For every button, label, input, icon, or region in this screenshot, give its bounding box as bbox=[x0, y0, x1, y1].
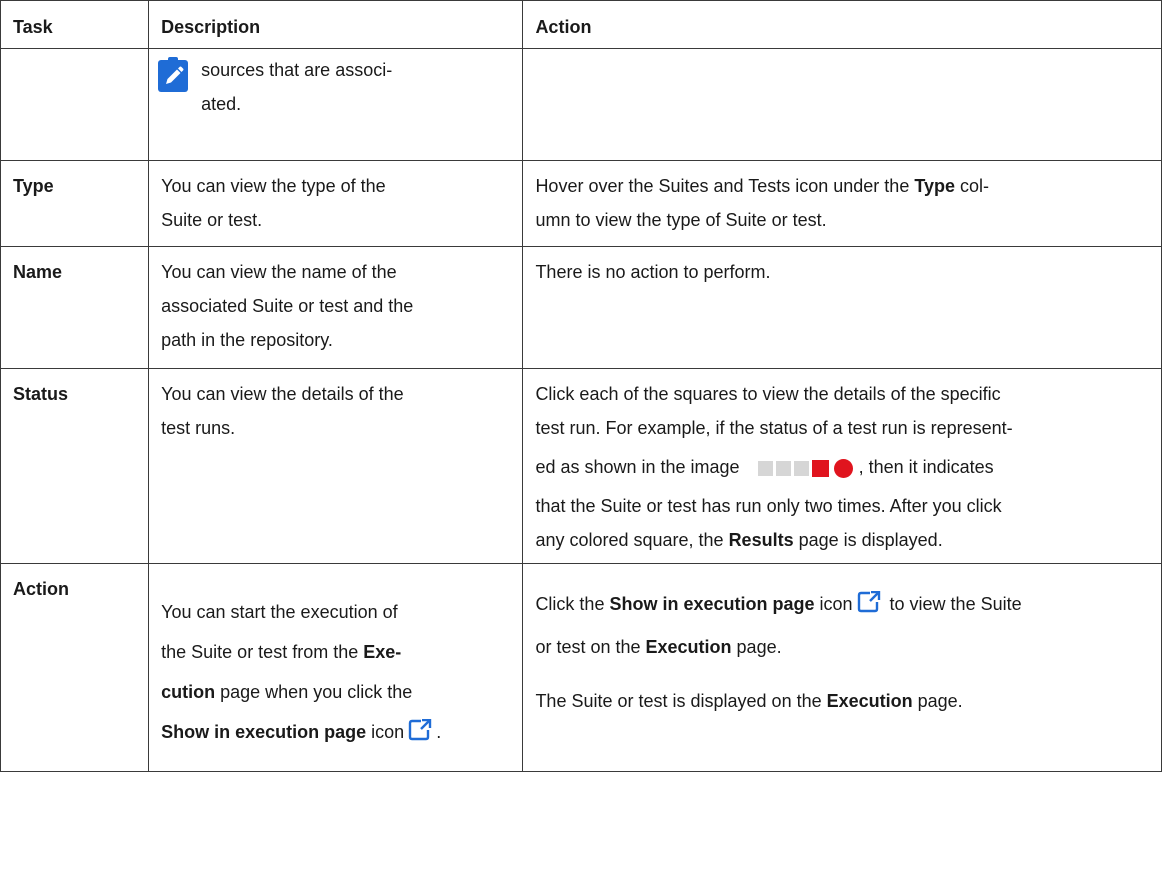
status-square-gray bbox=[757, 460, 773, 476]
type-desc-line-1: You can view the type of the bbox=[161, 176, 386, 196]
note-line-1: sources that are associ- bbox=[201, 60, 393, 80]
name-desc-line-3: path in the repository. bbox=[161, 330, 333, 350]
row-name: Name You can view the name of the associ… bbox=[0, 246, 1162, 369]
status-desc-line-1: You can view the details of the bbox=[161, 384, 404, 404]
action-action-para-1-line-2: or test on the Execution page. bbox=[535, 637, 782, 657]
type-task-label: Type bbox=[13, 176, 54, 196]
name-desc-line-1: You can view the name of the bbox=[161, 262, 397, 282]
type-description-cell: You can view the type of the Suite or te… bbox=[148, 160, 524, 247]
action-task-cell: Action bbox=[0, 563, 150, 772]
action-description-cell: You can start the execution of the Suite… bbox=[148, 563, 524, 772]
type-task-cell: Type bbox=[0, 160, 150, 247]
status-action-line-3: ed as shown in the image, then it indica… bbox=[535, 457, 994, 478]
action-desc-line-1: You can start the execution of bbox=[161, 602, 398, 622]
row-status: Status You can view the details of the t… bbox=[0, 368, 1162, 564]
status-task-cell: Status bbox=[0, 368, 150, 564]
status-dot-red bbox=[833, 458, 853, 478]
status-action-cell: Click each of the squares to view the de… bbox=[522, 368, 1162, 564]
note-action-cell bbox=[522, 48, 1162, 161]
header-row: Task Description Action bbox=[0, 0, 1162, 49]
header-task: Task bbox=[0, 0, 150, 49]
status-action-line-1: Click each of the squares to view the de… bbox=[535, 384, 1001, 404]
status-square-gray bbox=[775, 460, 791, 476]
type-action-cell: Hover over the Suites and Tests icon und… bbox=[522, 160, 1162, 247]
action-desc-line-3: cution page when you click the bbox=[161, 682, 413, 702]
status-square-red bbox=[811, 459, 829, 477]
status-action-line-4: that the Suite or test has run only two … bbox=[535, 496, 1002, 516]
action-desc-line-4: Show in execution page icon . bbox=[161, 712, 512, 755]
action-action-para-1-line-1: Click the Show in execution page icon to… bbox=[535, 584, 1151, 627]
status-action-line-2: test run. For example, if the status of … bbox=[535, 418, 1013, 438]
action-action-cell: Click the Show in execution page icon to… bbox=[522, 563, 1162, 772]
status-squares-image bbox=[757, 458, 853, 478]
header-description: Description bbox=[148, 0, 524, 49]
open-external-icon[interactable] bbox=[408, 715, 432, 755]
note-description-cell: sources that are associ- ated. bbox=[148, 48, 524, 161]
type-action-line-1: Hover over the Suites and Tests icon und… bbox=[535, 176, 990, 196]
status-desc-line-2: test runs. bbox=[161, 418, 236, 438]
note-row: sources that are associ- ated. bbox=[0, 48, 1162, 161]
status-description-cell: You can view the details of the test run… bbox=[148, 368, 524, 564]
name-task-cell: Name bbox=[0, 246, 150, 369]
note-line-2: ated. bbox=[201, 94, 242, 114]
name-task-label: Name bbox=[13, 262, 63, 282]
name-action-cell: There is no action to perform. bbox=[522, 246, 1162, 369]
action-action-para-2: The Suite or test is displayed on the Ex… bbox=[535, 691, 963, 711]
status-action-line-5: any colored square, the Results page is … bbox=[535, 530, 943, 550]
open-external-icon[interactable] bbox=[857, 587, 881, 627]
row-action: Action You can start the execution of th… bbox=[0, 563, 1162, 772]
note-pencil-icon bbox=[158, 57, 189, 92]
name-desc-line-2: associated Suite or test and the bbox=[161, 296, 414, 316]
row-type: Type You can view the type of the Suite … bbox=[0, 160, 1162, 247]
task-table: Task Description Action sources that are… bbox=[0, 0, 1162, 772]
status-square-gray bbox=[793, 460, 809, 476]
type-desc-line-2: Suite or test. bbox=[161, 210, 263, 230]
action-task-label: Action bbox=[13, 579, 69, 599]
note-task-cell bbox=[0, 48, 150, 161]
status-task-label: Status bbox=[13, 384, 69, 404]
name-action-text: There is no action to perform. bbox=[535, 262, 771, 282]
action-desc-line-2: the Suite or test from the Exe- bbox=[161, 642, 402, 662]
header-action: Action bbox=[522, 0, 1162, 49]
name-description-cell: You can view the name of the associated … bbox=[148, 246, 524, 369]
type-action-line-2: umn to view the type of Suite or test. bbox=[535, 210, 827, 230]
